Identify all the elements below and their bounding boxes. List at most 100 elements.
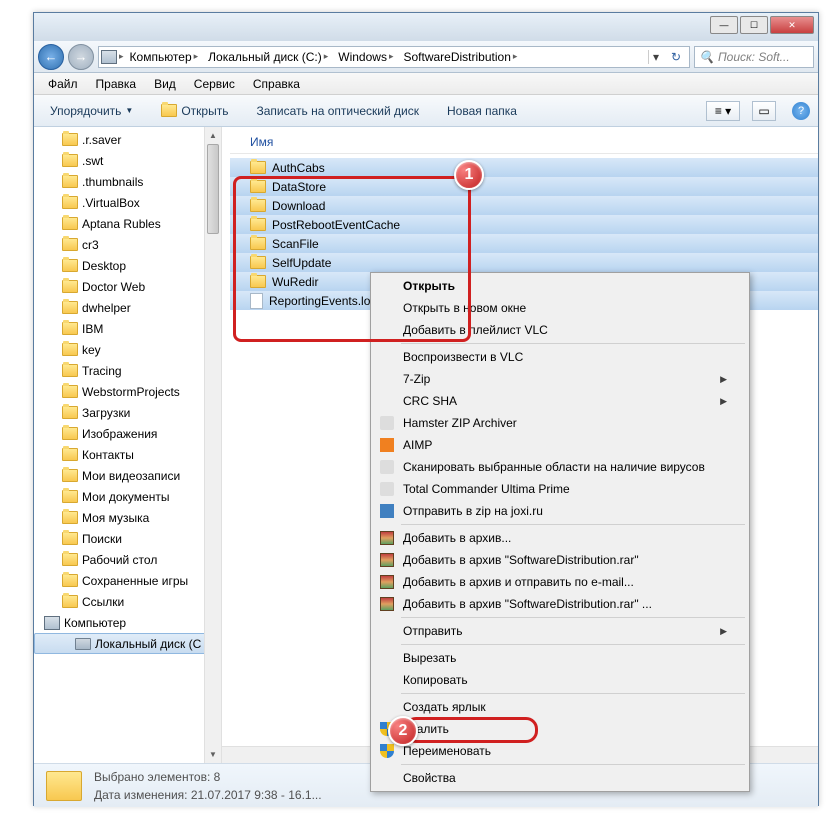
tree-item[interactable]: Локальный диск (C <box>34 633 221 654</box>
tree-item[interactable]: Рабочий стол <box>34 549 221 570</box>
tree-item[interactable]: Поиски <box>34 528 221 549</box>
tree-item[interactable]: dwhelper <box>34 297 221 318</box>
tree-item[interactable]: cr3 <box>34 234 221 255</box>
organize-button[interactable]: Упорядочить ▼ <box>42 101 141 121</box>
menu-help[interactable]: Справка <box>245 75 308 93</box>
file-name: AuthCabs <box>272 161 325 175</box>
tree-item[interactable]: WebstormProjects <box>34 381 221 402</box>
context-item-label: CRC SHA <box>403 394 457 408</box>
tree-item[interactable]: Ссылки <box>34 591 221 612</box>
tree-item[interactable]: Моя музыка <box>34 507 221 528</box>
context-menu-item[interactable]: Добавить в архив "SoftwareDistribution.r… <box>373 593 747 615</box>
menu-edit[interactable]: Правка <box>88 75 145 93</box>
context-menu-item[interactable]: Переименовать <box>373 740 747 762</box>
tree-item[interactable]: Мои документы <box>34 486 221 507</box>
tree-item-label: .VirtualBox <box>82 196 140 210</box>
close-button[interactable]: ✕ <box>770 16 814 34</box>
tree-item[interactable]: Tracing <box>34 360 221 381</box>
tree-item[interactable]: .VirtualBox <box>34 192 221 213</box>
scroll-down-icon[interactable]: ▼ <box>205 746 221 763</box>
tree-item[interactable]: Сохраненные игры <box>34 570 221 591</box>
open-button[interactable]: Открыть <box>153 101 236 121</box>
tree-item[interactable]: .r.saver <box>34 129 221 150</box>
file-item[interactable]: DataStore <box>230 177 818 196</box>
tree-item-label: dwhelper <box>82 301 131 315</box>
search-input[interactable]: 🔍 Поиск: Soft... <box>694 46 814 68</box>
dropdown-icon[interactable]: ▾ <box>648 50 663 64</box>
context-menu-item[interactable]: Свойства <box>373 767 747 789</box>
help-button[interactable]: ? <box>792 102 810 120</box>
tree-item[interactable]: .thumbnails <box>34 171 221 192</box>
menu-view[interactable]: Вид <box>146 75 184 93</box>
context-menu-item[interactable]: Отправить▶ <box>373 620 747 642</box>
context-menu-item[interactable]: Сканировать выбранные области на наличие… <box>373 456 747 478</box>
burn-button[interactable]: Записать на оптический диск <box>248 101 427 121</box>
folder-icon <box>62 448 78 461</box>
submenu-arrow-icon: ▶ <box>720 374 727 385</box>
context-menu-item[interactable]: Копировать <box>373 669 747 691</box>
tree-item-label: Ссылки <box>82 595 124 609</box>
vertical-scrollbar[interactable]: ▲ ▼ <box>204 127 221 763</box>
context-menu-item[interactable]: Добавить в архив "SoftwareDistribution.r… <box>373 549 747 571</box>
maximize-button[interactable]: ☐ <box>740 16 768 34</box>
tree-item-label: Локальный диск (C <box>95 637 201 651</box>
scroll-handle[interactable] <box>207 144 219 234</box>
context-item-icon <box>379 574 395 590</box>
tree-item[interactable]: Aptana Rubles <box>34 213 221 234</box>
file-item[interactable]: AuthCabs <box>230 158 818 177</box>
breadcrumb[interactable]: Компьютер▸ <box>126 47 203 67</box>
view-options-button[interactable]: ≡ ▾ <box>706 101 740 121</box>
file-item[interactable]: ScanFile <box>230 234 818 253</box>
context-menu-item[interactable]: AIMP <box>373 434 747 456</box>
tree-item[interactable]: IBM <box>34 318 221 339</box>
context-menu-item[interactable]: Добавить в архив и отправить по e-mail..… <box>373 571 747 593</box>
file-item[interactable]: SelfUpdate <box>230 253 818 272</box>
tree-item[interactable]: Doctor Web <box>34 276 221 297</box>
context-menu-item[interactable]: Отправить в zip на joxi.ru <box>373 500 747 522</box>
new-folder-button[interactable]: Новая папка <box>439 101 525 121</box>
context-menu-item[interactable]: Открыть <box>373 275 747 297</box>
column-header-name[interactable]: Имя <box>230 131 818 154</box>
refresh-button[interactable]: ↻ <box>665 50 687 64</box>
context-menu-item[interactable]: Total Commander Ultima Prime <box>373 478 747 500</box>
folder-icon <box>62 343 78 356</box>
tree-item[interactable]: Мои видеозаписи <box>34 465 221 486</box>
context-menu-item[interactable]: Добавить в архив... <box>373 527 747 549</box>
folder-icon <box>250 161 266 174</box>
context-menu-item[interactable]: Открыть в новом окне <box>373 297 747 319</box>
menu-file[interactable]: Файл <box>40 75 86 93</box>
context-item-label: Отправить в zip на joxi.ru <box>403 504 543 518</box>
context-menu-item[interactable]: Вырезать <box>373 647 747 669</box>
breadcrumb[interactable]: SoftwareDistribution▸ <box>399 47 521 67</box>
context-menu-item[interactable]: Добавить в плейлист VLC <box>373 319 747 341</box>
context-menu-item[interactable]: 7-Zip▶ <box>373 368 747 390</box>
folder-icon <box>62 175 78 188</box>
address-bar[interactable]: ▸ Компьютер▸ Локальный диск (C:)▸ Window… <box>98 46 690 68</box>
file-name: Download <box>272 199 325 213</box>
tree-item[interactable]: Контакты <box>34 444 221 465</box>
context-menu-item[interactable]: Воспроизвести в VLC <box>373 346 747 368</box>
minimize-button[interactable]: — <box>710 16 738 34</box>
breadcrumb[interactable]: Локальный диск (C:)▸ <box>204 47 332 67</box>
file-item[interactable]: Download <box>230 196 818 215</box>
context-menu-item[interactable]: Удалить <box>373 718 747 740</box>
breadcrumb[interactable]: Windows▸ <box>334 47 397 67</box>
scroll-up-icon[interactable]: ▲ <box>205 127 221 144</box>
tree-item[interactable]: Изображения <box>34 423 221 444</box>
context-menu-item[interactable]: Hamster ZIP Archiver <box>373 412 747 434</box>
tree-item[interactable]: Desktop <box>34 255 221 276</box>
tree-item[interactable]: key <box>34 339 221 360</box>
tree-item[interactable]: .swt <box>34 150 221 171</box>
menu-tools[interactable]: Сервис <box>186 75 243 93</box>
preview-pane-button[interactable]: ▭ <box>752 101 776 121</box>
forward-button[interactable]: → <box>68 44 94 70</box>
tree-item[interactable]: Компьютер <box>34 612 221 633</box>
computer-icon <box>101 50 117 64</box>
file-item[interactable]: PostRebootEventCache <box>230 215 818 234</box>
context-menu-item[interactable]: CRC SHA▶ <box>373 390 747 412</box>
context-menu-item[interactable]: Создать ярлык <box>373 696 747 718</box>
context-item-label: Вырезать <box>403 651 456 665</box>
back-button[interactable]: ← <box>38 44 64 70</box>
context-separator <box>401 764 745 765</box>
tree-item[interactable]: Загрузки <box>34 402 221 423</box>
